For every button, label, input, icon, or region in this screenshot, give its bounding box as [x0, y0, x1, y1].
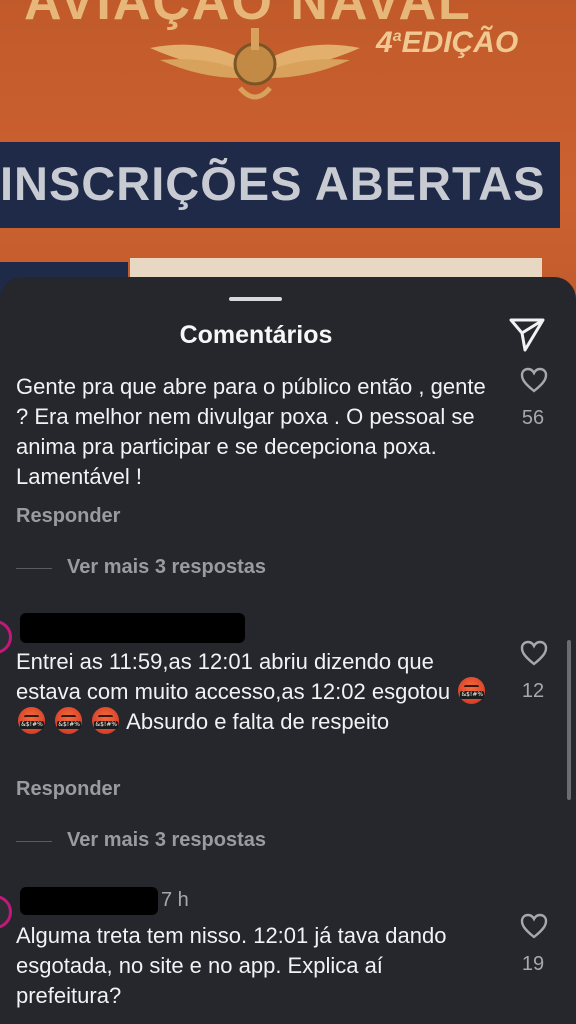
comment-text: Gente pra que abre para o público então …	[16, 374, 486, 489]
avatar[interactable]	[0, 620, 12, 654]
registration-banner: INSCRIÇÕES ABERTAS	[0, 142, 560, 228]
face-with-symbols-on-mouth-icon	[18, 707, 45, 734]
comment-text: Entrei as 11:59,as 12:01 abriu dizendo q…	[16, 647, 492, 737]
banner-text: INSCRIÇÕES ABERTAS	[0, 157, 546, 210]
sheet-title: Comentários	[179, 321, 333, 349]
view-more-replies-button[interactable]: Ver mais 3 respostas	[67, 556, 266, 579]
comments-sheet: Comentários 56 Gente pra que abre para o…	[0, 277, 576, 1024]
comment-text-part: Entrei as 11:59,as 12:01 abriu dizendo q…	[16, 649, 451, 704]
reply-button[interactable]: Responder	[16, 778, 120, 801]
sheet-drag-handle[interactable]	[229, 297, 282, 301]
face-with-symbols-on-mouth-icon	[55, 707, 83, 734]
heart-outline-icon[interactable]	[520, 367, 548, 393]
comment-timestamp: 7 h	[161, 889, 189, 911]
comment-text-part: Absurdo e falta de respeito	[126, 709, 390, 734]
replies-divider	[16, 841, 52, 842]
naval-aviation-wings-emblem	[150, 28, 360, 100]
reply-button[interactable]: Responder	[16, 505, 120, 528]
replies-divider	[16, 568, 52, 569]
like-count: 19	[521, 953, 545, 975]
avatar[interactable]	[0, 895, 12, 929]
like-count: 56	[521, 407, 545, 429]
username-redacted	[20, 613, 245, 643]
scrollbar[interactable]	[567, 640, 571, 800]
paper-plane-icon[interactable]	[508, 317, 546, 353]
face-with-symbols-on-mouth-icon	[92, 707, 120, 734]
username-redacted	[20, 887, 158, 915]
view-more-replies-button[interactable]: Ver mais 3 respostas	[67, 829, 266, 852]
heart-outline-icon[interactable]	[520, 640, 548, 666]
like-count: 12	[521, 680, 545, 702]
edition-label: 4aEDIÇÃO	[376, 26, 519, 59]
comment-text: Alguma treta tem nisso. 12:01 já tava da…	[16, 923, 447, 1008]
heart-outline-icon[interactable]	[520, 913, 548, 939]
face-with-symbols-on-mouth-icon	[458, 677, 486, 704]
